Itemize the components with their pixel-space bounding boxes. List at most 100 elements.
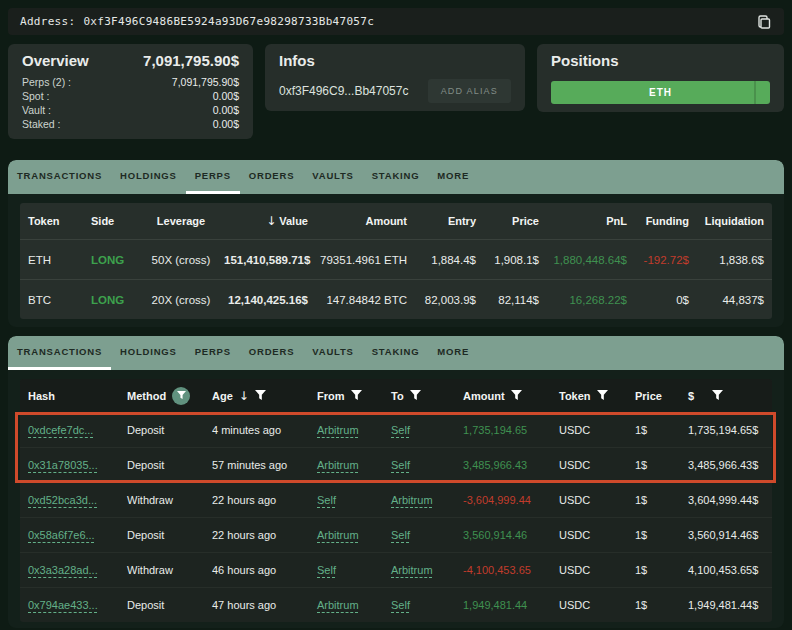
- tab[interactable]: STAKING: [363, 336, 429, 370]
- overview-row-label: Vault :: [22, 104, 51, 116]
- tab[interactable]: PERPS: [186, 160, 240, 194]
- copy-icon[interactable]: [756, 14, 772, 30]
- col-price: Price: [635, 390, 688, 402]
- tx-token: USDC: [559, 459, 635, 471]
- tx-method: Deposit: [127, 529, 212, 541]
- overview-row-value: 0.00$: [213, 118, 239, 130]
- col-value[interactable]: ↓ Value: [224, 214, 308, 228]
- token-filter-icon[interactable]: [597, 390, 608, 401]
- col-price[interactable]: Price: [476, 215, 539, 227]
- tab[interactable]: ORDERS: [240, 336, 303, 370]
- tx-method: Deposit: [127, 459, 212, 471]
- to-filter-icon[interactable]: [410, 390, 421, 401]
- perps-side: LONG: [91, 294, 138, 306]
- overview-row-label: Spot :: [22, 90, 49, 102]
- tab-label: VAULTS: [312, 346, 353, 357]
- tx-to-link[interactable]: Arbitrum: [391, 564, 433, 576]
- tx-to-link[interactable]: Arbitrum: [391, 494, 433, 506]
- tab[interactable]: ORDERS: [240, 160, 303, 194]
- tx-from-link[interactable]: Self: [317, 564, 336, 576]
- transaction-row: 0xd52bca3d... Withdraw 22 hours ago Self…: [20, 482, 772, 517]
- tab[interactable]: MORE: [428, 336, 478, 370]
- tx-to-link[interactable]: Self: [391, 599, 410, 611]
- tab[interactable]: PERPS: [186, 336, 240, 370]
- usd-filter-icon[interactable]: [712, 390, 723, 401]
- tx-to-link[interactable]: Self: [391, 424, 410, 436]
- tx-hash-link[interactable]: 0xd52bca3d...: [28, 494, 97, 506]
- tx-amount: -3,604,999.44: [463, 494, 559, 506]
- col-token[interactable]: Token: [28, 215, 91, 227]
- tx-hash-link[interactable]: 0x58a6f7e6...: [28, 529, 95, 541]
- perps-value: 151,410,589.71$: [224, 254, 308, 266]
- age-filter-icon[interactable]: [255, 390, 266, 401]
- tx-from-link[interactable]: Self: [317, 494, 336, 506]
- col-leverage[interactable]: Leverage: [138, 215, 224, 227]
- perps-pnl: 16,268.22$: [539, 294, 627, 306]
- col-funding[interactable]: Funding: [627, 215, 689, 227]
- positions-card: Positions ETH: [537, 44, 784, 112]
- tx-hash-link[interactable]: 0xdcefe7dc...: [28, 424, 93, 436]
- tx-hash-link[interactable]: 0x3a3a28ad...: [28, 564, 98, 576]
- col-entry[interactable]: Entry: [407, 215, 476, 227]
- overview-title: Overview: [22, 52, 89, 69]
- tx-to-link[interactable]: Self: [391, 529, 410, 541]
- perps-value: 12,140,425.16$: [224, 294, 308, 306]
- tab[interactable]: MORE: [428, 160, 478, 194]
- sort-desc-icon: ↓: [266, 214, 276, 228]
- tx-usd: 3,485,966.43$: [688, 459, 764, 471]
- position-eth-label: ETH: [649, 87, 672, 98]
- col-side[interactable]: Side: [91, 215, 138, 227]
- transaction-row: 0x58a6f7e6... Deposit 22 hours ago Arbit…: [20, 517, 772, 552]
- tx-amount: 1,735,194.65: [463, 424, 559, 436]
- tx-from-link[interactable]: Arbitrum: [317, 459, 359, 471]
- tab[interactable]: HOLDINGS: [111, 160, 186, 194]
- transaction-row: 0x31a78035... Deposit 57 minutes ago Arb…: [20, 447, 772, 482]
- tab[interactable]: VAULTS: [303, 160, 362, 194]
- add-alias-button[interactable]: ADD ALIAS: [428, 79, 511, 103]
- tx-from-link[interactable]: Arbitrum: [317, 599, 359, 611]
- tab-label: HOLDINGS: [120, 170, 177, 181]
- tab[interactable]: VAULTS: [303, 336, 362, 370]
- position-eth-button[interactable]: ETH: [551, 81, 770, 104]
- col-liquidation[interactable]: Liquidation: [689, 215, 764, 227]
- from-filter-icon[interactable]: [351, 390, 362, 401]
- tx-method: Deposit: [127, 599, 212, 611]
- tx-price: 1$: [635, 424, 688, 436]
- col-age[interactable]: Age↓: [212, 389, 317, 403]
- tab[interactable]: TRANSACTIONS: [8, 160, 111, 194]
- col-from: From: [317, 390, 391, 402]
- perps-funding: 0$: [627, 294, 689, 306]
- tx-amount: 1,949,481.44: [463, 599, 559, 611]
- tx-from-link[interactable]: Arbitrum: [317, 424, 359, 436]
- tx-hash-link[interactable]: 0x31a78035...: [28, 459, 98, 471]
- method-filter-icon[interactable]: [172, 387, 190, 405]
- tab-label: MORE: [437, 346, 469, 357]
- perps-liquidation: 44,837$: [689, 294, 764, 306]
- tx-usd: 4,100,453.65$: [688, 564, 764, 576]
- overview-row: Staked : 0.00$: [22, 117, 239, 131]
- tx-from-link[interactable]: Arbitrum: [317, 529, 359, 541]
- overview-row-label: Perps (2) :: [22, 76, 71, 88]
- amount-filter-icon[interactable]: [511, 390, 522, 401]
- perps-table: Token Side Leverage ↓ Value Amount Entry…: [20, 203, 772, 319]
- col-pnl[interactable]: PnL: [539, 215, 627, 227]
- perps-leverage: 20X (cross): [138, 294, 224, 306]
- perps-token: ETH: [28, 254, 91, 266]
- tab-label: PERPS: [195, 170, 231, 181]
- tab[interactable]: HOLDINGS: [111, 336, 186, 370]
- tx-token: USDC: [559, 529, 635, 541]
- tx-method: Deposit: [127, 424, 212, 436]
- col-amount[interactable]: Amount: [308, 215, 407, 227]
- perps-row: BTC LONG 20X (cross) 12,140,425.16$ 147.…: [20, 279, 772, 319]
- address-label: Address:: [20, 15, 75, 28]
- tx-method: Withdraw: [127, 564, 212, 576]
- overview-row-label: Staked :: [22, 118, 61, 130]
- address-value: 0xf3F496C9486BE5924a93D67e98298733Bb4705…: [83, 15, 374, 28]
- tx-age: 46 hours ago: [212, 564, 317, 576]
- tab-label: STAKING: [372, 170, 420, 181]
- tab[interactable]: STAKING: [363, 160, 429, 194]
- tx-hash-link[interactable]: 0x794ae433...: [28, 599, 98, 611]
- tx-to-link[interactable]: Self: [391, 459, 410, 471]
- tab[interactable]: TRANSACTIONS: [8, 336, 111, 370]
- infos-card: Infos 0xf3F496C9...Bb47057c ADD ALIAS: [265, 44, 525, 111]
